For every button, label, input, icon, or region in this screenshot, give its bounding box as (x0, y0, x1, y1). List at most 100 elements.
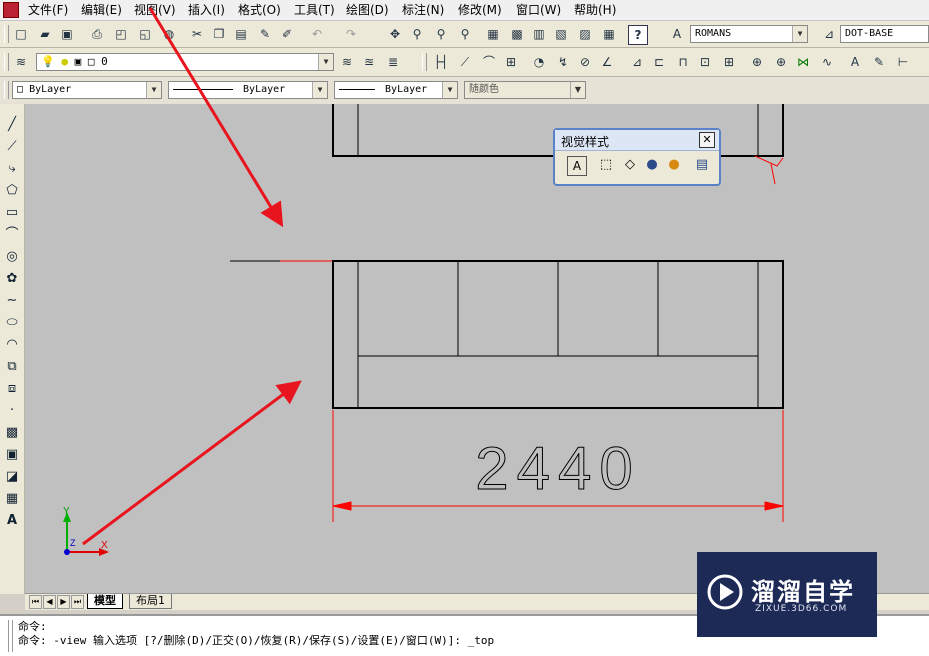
menu-tools[interactable]: 工具(T) (294, 2, 335, 18)
zoom-realtime-icon[interactable]: ⚲ (408, 25, 426, 43)
diameter-dim-icon[interactable]: ⊘ (576, 53, 594, 71)
help-icon[interactable]: ? (628, 25, 648, 45)
conceptual-icon[interactable]: ● (665, 156, 683, 174)
revision-cloud-icon[interactable]: ✿ (3, 270, 21, 288)
menu-dimension[interactable]: 标注(N) (402, 2, 444, 18)
last-tab-icon[interactable]: ⏭ (71, 595, 84, 609)
gradient-icon[interactable]: ▣ (3, 446, 21, 464)
menu-file[interactable]: 文件(F) (28, 2, 68, 18)
polyline-icon[interactable]: ⤷ (3, 160, 21, 178)
new-icon[interactable]: □ (12, 25, 30, 43)
redo-icon[interactable]: ↷ (342, 25, 360, 43)
center-mark-icon[interactable]: ⊕ (748, 53, 766, 71)
layer-manager-icon[interactable]: ≋ (12, 53, 30, 71)
layer-states-icon[interactable]: ≣ (384, 53, 402, 71)
lineweight-select[interactable]: ByLayer ▼ (334, 81, 458, 99)
menu-help[interactable]: 帮助(H) (574, 2, 616, 18)
plot-style-select[interactable]: 随颜色 ▼ (464, 81, 586, 99)
ellipse-arc-icon[interactable]: ◠ (3, 336, 21, 354)
realistic-icon[interactable]: ● (643, 156, 661, 174)
dim-text-edit-icon[interactable]: A (846, 53, 864, 71)
menu-insert[interactable]: 插入(I) (188, 2, 225, 18)
table-icon[interactable]: ▦ (3, 490, 21, 508)
ordinate-dim-icon[interactable]: ⊞ (502, 53, 520, 71)
properties-icon[interactable]: ▦ (484, 25, 502, 43)
menu-edit[interactable]: 编辑(E) (81, 2, 122, 18)
hatch-icon[interactable]: ▩ (3, 424, 21, 442)
layer-select[interactable]: 💡 ● ▣ □ 0 ▼ (36, 53, 334, 71)
toolbar-grip[interactable] (4, 25, 9, 43)
toolbar-grip[interactable] (422, 53, 427, 71)
block-editor-icon[interactable]: ✐ (278, 25, 296, 43)
toolbar-grip[interactable] (4, 53, 9, 71)
menu-modify[interactable]: 修改(M) (458, 2, 502, 18)
dim-update-icon[interactable]: ✎ (870, 53, 888, 71)
calculator-icon[interactable]: ▦ (600, 25, 618, 43)
text-style-select[interactable]: ROMANS ▼ (690, 25, 808, 43)
jogged-dim-icon[interactable]: ↯ (554, 53, 572, 71)
dim-edit-icon[interactable]: ∿ (818, 53, 836, 71)
dim-style-icon[interactable]: ⊿ (820, 25, 838, 43)
visual-style-manager-icon[interactable]: ▤ (693, 156, 711, 174)
spline-icon[interactable]: ∼ (3, 292, 21, 310)
menu-draw[interactable]: 绘图(D) (346, 2, 389, 18)
construction-line-icon[interactable]: ⟋ (3, 138, 21, 156)
panel-titlebar[interactable]: 视觉样式 ✕ (555, 130, 719, 151)
web-icon[interactable]: ◍ (160, 25, 178, 43)
undo-icon[interactable]: ↶ (308, 25, 326, 43)
quick-dim-icon[interactable]: ⊿ (628, 53, 646, 71)
markup-icon[interactable]: ▨ (576, 25, 594, 43)
open-icon[interactable]: ▰ (36, 25, 54, 43)
make-current-layer-icon[interactable]: ≋ (338, 53, 356, 71)
copy-icon[interactable]: ❐ (210, 25, 228, 43)
arc-length-icon[interactable]: ⌒ (480, 53, 498, 71)
menu-window[interactable]: 窗口(W) (516, 2, 561, 18)
line-icon[interactable]: ╱ (3, 116, 21, 134)
save-icon[interactable]: ▣ (58, 25, 76, 43)
3d-wireframe-icon[interactable]: ⬚ (597, 156, 615, 174)
layer-previous-icon[interactable]: ≊ (360, 53, 378, 71)
match-properties-icon[interactable]: ✎ (256, 25, 274, 43)
polygon-icon[interactable]: ⬠ (3, 182, 21, 200)
close-icon[interactable]: ✕ (699, 132, 715, 148)
tolerance-icon[interactable]: ⊞ (720, 53, 738, 71)
menu-format[interactable]: 格式(O) (238, 2, 281, 18)
publish-icon[interactable]: ◱ (136, 25, 154, 43)
sheet-set-icon[interactable]: ▧ (552, 25, 570, 43)
ellipse-icon[interactable]: ⬭ (3, 314, 21, 332)
insert-block-icon[interactable]: ⧉ (3, 358, 21, 376)
drawing-canvas[interactable]: 2440 Y Z X (25, 104, 929, 593)
cut-icon[interactable]: ✂ (188, 25, 206, 43)
prev-tab-icon[interactable]: ◀ (43, 595, 56, 609)
color-select[interactable]: □ ByLayer ▼ (12, 81, 162, 99)
zoom-window-icon[interactable]: ⚲ (432, 25, 450, 43)
text-style-icon[interactable]: A (668, 25, 686, 43)
linetype-select[interactable]: ByLayer ▼ (168, 81, 328, 99)
baseline-dim-icon[interactable]: ⊏ (650, 53, 668, 71)
tab-layout1[interactable]: 布局1 (129, 594, 172, 609)
plot-icon[interactable]: ⎙ (88, 25, 106, 43)
3d-hidden-icon[interactable]: ◇ (621, 156, 639, 174)
circle-icon[interactable]: ◎ (3, 248, 21, 266)
radius-dim-icon[interactable]: ◔ (530, 53, 548, 71)
zoom-previous-icon[interactable]: ⚲ (456, 25, 474, 43)
command-grip[interactable] (8, 620, 13, 652)
quick-leader-icon[interactable]: ⊡ (696, 53, 714, 71)
make-block-icon[interactable]: ⧈ (3, 380, 21, 398)
toolbar-grip[interactable] (4, 81, 9, 99)
multiline-text-icon[interactable]: A (3, 512, 21, 530)
point-icon[interactable]: · (3, 402, 21, 420)
design-center-icon[interactable]: ▩ (508, 25, 526, 43)
dim-style-select[interactable]: DOT-BASE (840, 25, 929, 43)
region-icon[interactable]: ◪ (3, 468, 21, 486)
angular-dim-icon[interactable]: ∠ (598, 53, 616, 71)
tool-palettes-icon[interactable]: ▥ (530, 25, 548, 43)
2d-wireframe-icon[interactable]: A (567, 156, 587, 176)
jogged-linear-icon[interactable]: ⋈ (794, 53, 812, 71)
first-tab-icon[interactable]: ⏮ (29, 595, 42, 609)
plot-preview-icon[interactable]: ◰ (112, 25, 130, 43)
linear-dim-icon[interactable]: ├┤ (432, 53, 450, 71)
inspect-icon[interactable]: ⊕ (772, 53, 790, 71)
continue-dim-icon[interactable]: ⊓ (674, 53, 692, 71)
rectangle-icon[interactable]: ▭ (3, 204, 21, 222)
